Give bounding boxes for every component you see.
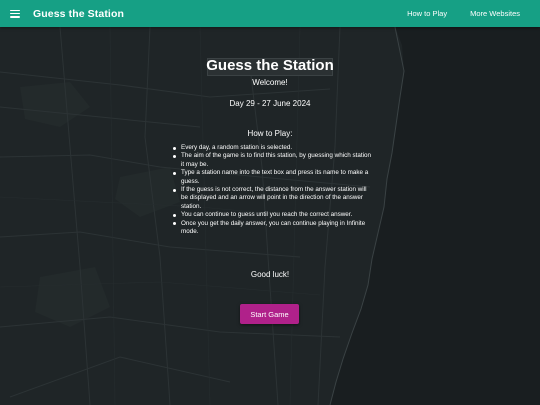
welcome-text: Welcome! xyxy=(252,78,288,87)
nav-how-to-play-link[interactable]: How to Play xyxy=(407,9,447,18)
day-date-text: Day 29 - 27 June 2024 xyxy=(229,99,311,108)
app-bar: Guess the Station How to Play More Websi… xyxy=(0,0,540,27)
nav-more-websites-link[interactable]: More Websites xyxy=(470,9,520,18)
start-game-button[interactable]: Start Game xyxy=(240,304,299,324)
rule-item: If the guess is not correct, the distanc… xyxy=(172,186,372,211)
dialog-title: Guess the Station xyxy=(206,57,334,74)
rule-item: Every day, a random station is selected. xyxy=(172,144,372,152)
rule-item: You can continue to guess until you reac… xyxy=(172,211,372,219)
rule-item: The aim of the game is to find this stat… xyxy=(172,152,372,169)
good-luck-text: Good luck! xyxy=(250,270,290,279)
rule-item: Type a station name into the text box an… xyxy=(172,169,372,186)
welcome-overlay: Guess the Station Welcome! Day 29 - 27 J… xyxy=(0,27,540,405)
rules-list: Every day, a random station is selected.… xyxy=(172,144,372,236)
top-nav: How to Play More Websites xyxy=(384,9,520,18)
hamburger-menu-icon[interactable] xyxy=(10,9,20,18)
how-to-play-heading: How to Play: xyxy=(247,129,293,138)
app-title: Guess the Station xyxy=(33,7,124,20)
rule-item: Once you get the daily answer, you can c… xyxy=(172,220,372,237)
